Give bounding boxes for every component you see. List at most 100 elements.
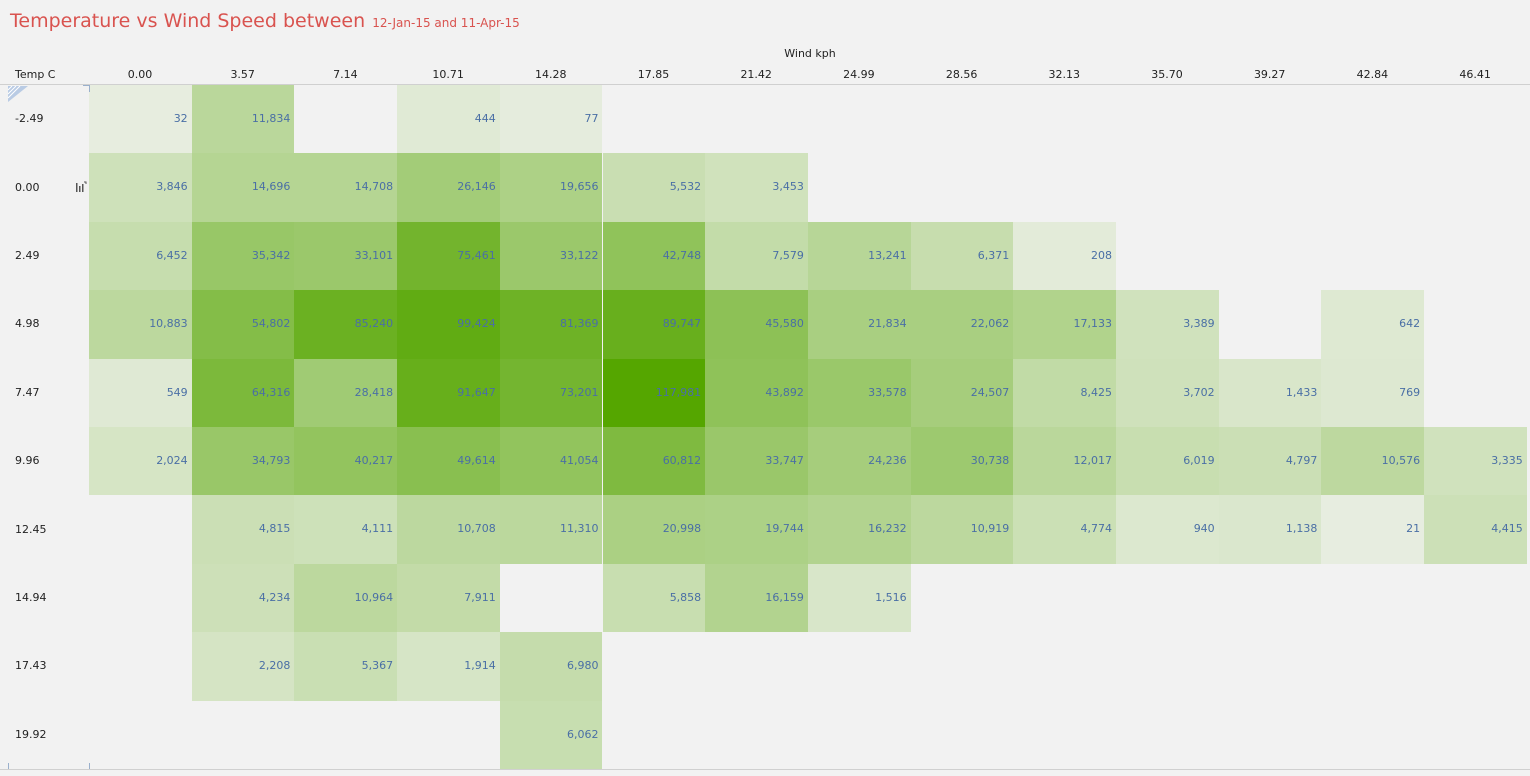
heatmap-cell[interactable]: 3,389 <box>1116 290 1219 359</box>
heatmap-cell[interactable]: 11,834 <box>191 85 295 154</box>
heatmap-cell[interactable]: 4,234 <box>191 563 295 633</box>
heatmap-cell[interactable]: 24,507 <box>910 358 1014 427</box>
heatmap-cell[interactable]: 99,424 <box>397 290 500 359</box>
heatmap-cell[interactable]: 32 <box>89 85 192 154</box>
heatmap-cell[interactable]: 49,614 <box>397 427 500 496</box>
heatmap-cell[interactable]: 85,240 <box>294 290 398 359</box>
heatmap-cell[interactable]: 73,201 <box>499 358 603 427</box>
heatmap-cell[interactable]: 769 <box>1321 358 1425 427</box>
heatmap-cell[interactable]: 444 <box>397 85 500 154</box>
x-tick-label: 46.41 <box>1459 68 1491 81</box>
heatmap-cell[interactable]: 2,208 <box>191 632 295 701</box>
heatmap-cell[interactable]: 13,241 <box>807 221 911 291</box>
heatmap-cell[interactable]: 12,017 <box>1013 427 1116 496</box>
x-tick-label: 35.70 <box>1151 68 1183 81</box>
heatmap-cell[interactable]: 549 <box>89 358 192 427</box>
heatmap-cell[interactable]: 77 <box>499 85 603 154</box>
column-chart-icon[interactable] <box>75 181 87 193</box>
heatmap-cell[interactable]: 3,453 <box>705 153 808 222</box>
heatmap-cell[interactable]: 60,812 <box>602 427 706 496</box>
heatmap-cell[interactable]: 33,122 <box>499 221 603 291</box>
heatmap-cell[interactable]: 4,774 <box>1013 495 1116 564</box>
heatmap-cell[interactable]: 16,159 <box>705 563 808 633</box>
heatmap-cell[interactable]: 208 <box>1013 221 1116 291</box>
heatmap-cell[interactable]: 6,062 <box>499 700 603 769</box>
heatmap-cell[interactable]: 5,532 <box>602 153 706 222</box>
heatmap-cell[interactable]: 7,579 <box>705 221 808 291</box>
heatmap-cell[interactable]: 45,580 <box>705 290 808 359</box>
heatmap-cell[interactable]: 33,101 <box>294 221 398 291</box>
heatmap-cell[interactable]: 10,708 <box>397 495 500 564</box>
heatmap-cell[interactable]: 41,054 <box>499 427 603 496</box>
heatmap-cell[interactable]: 91,647 <box>397 358 500 427</box>
y-axis-label: Temp C <box>15 68 56 81</box>
heatmap-cell[interactable]: 22,062 <box>910 290 1014 359</box>
heatmap-cell[interactable]: 14,696 <box>191 153 295 222</box>
heatmap-cell[interactable]: 117,981 <box>602 358 706 427</box>
heatmap-cell[interactable]: 10,919 <box>910 495 1014 564</box>
heatmap-cell[interactable]: 6,980 <box>499 632 603 701</box>
heatmap-cell[interactable]: 3,702 <box>1116 358 1219 427</box>
heatmap-cell[interactable]: 11,310 <box>499 495 603 564</box>
heatmap-cell[interactable]: 7,911 <box>397 563 500 633</box>
heatmap-cell[interactable]: 33,747 <box>705 427 808 496</box>
heatmap-cell[interactable]: 24,236 <box>807 427 911 496</box>
chart-title: Temperature vs Wind Speed between <box>10 10 366 32</box>
heatmap-cell[interactable]: 17,133 <box>1013 290 1116 359</box>
heatmap-cell[interactable]: 14,708 <box>294 153 398 222</box>
heatmap-cell[interactable]: 1,516 <box>807 563 911 633</box>
x-tick-label: 3.57 <box>230 68 255 81</box>
y-tick-label: 19.92 <box>15 727 47 741</box>
heatmap-cell[interactable]: 75,461 <box>397 221 500 291</box>
heatmap-cell[interactable]: 33,578 <box>807 358 911 427</box>
heatmap-cell[interactable]: 2,024 <box>89 427 192 496</box>
heatmap-cell[interactable]: 10,576 <box>1321 427 1425 496</box>
x-axis-label: Wind kph <box>784 47 836 60</box>
heatmap-cell[interactable]: 89,747 <box>602 290 706 359</box>
heatmap-cell[interactable]: 3,846 <box>89 153 192 222</box>
y-tick-label: 4.98 <box>15 317 40 331</box>
x-tick-label: 32.13 <box>1048 68 1081 81</box>
heatmap-cell[interactable]: 64,316 <box>191 358 295 427</box>
y-tick-label: -2.49 <box>15 112 44 126</box>
heatmap-cell[interactable]: 3,335 <box>1424 427 1527 496</box>
y-tick-label: 12.45 <box>15 522 47 536</box>
heatmap-cell[interactable]: 21,834 <box>807 290 911 359</box>
heatmap-cell[interactable]: 4,797 <box>1218 427 1322 496</box>
heatmap-cell[interactable]: 5,367 <box>294 632 398 701</box>
heatmap-cell[interactable]: 5,858 <box>602 563 706 633</box>
heatmap-cell[interactable]: 1,914 <box>397 632 500 701</box>
heatmap-cell[interactable]: 6,452 <box>89 221 192 291</box>
heatmap-cell[interactable]: 1,433 <box>1218 358 1322 427</box>
x-tick-label: 24.99 <box>843 68 875 81</box>
heatmap-cell[interactable]: 10,883 <box>89 290 192 359</box>
heatmap-cell[interactable]: 40,217 <box>294 427 398 496</box>
heatmap-cell[interactable]: 26,146 <box>397 153 500 222</box>
heatmap-cell[interactable]: 42,748 <box>602 221 706 291</box>
heatmap-cell[interactable]: 8,425 <box>1013 358 1116 427</box>
heatmap-cell[interactable]: 940 <box>1116 495 1219 564</box>
heatmap-cell[interactable]: 34,793 <box>191 427 295 496</box>
y-tick-label: 7.47 <box>15 385 40 399</box>
heatmap-cell[interactable]: 54,802 <box>191 290 295 359</box>
heatmap-cell[interactable]: 19,744 <box>705 495 808 564</box>
heatmap-cell[interactable]: 4,415 <box>1424 495 1527 564</box>
heatmap-cell[interactable]: 16,232 <box>807 495 911 564</box>
heatmap-cell[interactable]: 30,738 <box>910 427 1014 496</box>
x-tick-label: 0.00 <box>127 68 153 81</box>
heatmap-cell[interactable]: 35,342 <box>191 221 295 291</box>
heatmap-cell[interactable]: 6,371 <box>910 221 1014 291</box>
heatmap-cell[interactable]: 4,111 <box>294 495 398 564</box>
heatmap-cell[interactable]: 28,418 <box>294 358 398 427</box>
heatmap-cell[interactable]: 6,019 <box>1116 427 1219 496</box>
heatmap-cell[interactable]: 19,656 <box>499 153 603 222</box>
heatmap-cell[interactable]: 1,138 <box>1218 495 1322 564</box>
heatmap-cell[interactable]: 642 <box>1321 290 1425 359</box>
heatmap-cell[interactable]: 43,892 <box>705 358 808 427</box>
heatmap-cell[interactable]: 20,998 <box>602 495 706 564</box>
x-tick-label: 21.42 <box>740 68 772 81</box>
heatmap-cell[interactable]: 81,369 <box>499 290 603 359</box>
heatmap-cell[interactable]: 21 <box>1321 495 1425 564</box>
heatmap-cell[interactable]: 4,815 <box>191 495 295 564</box>
heatmap-cell[interactable]: 10,964 <box>294 563 398 633</box>
